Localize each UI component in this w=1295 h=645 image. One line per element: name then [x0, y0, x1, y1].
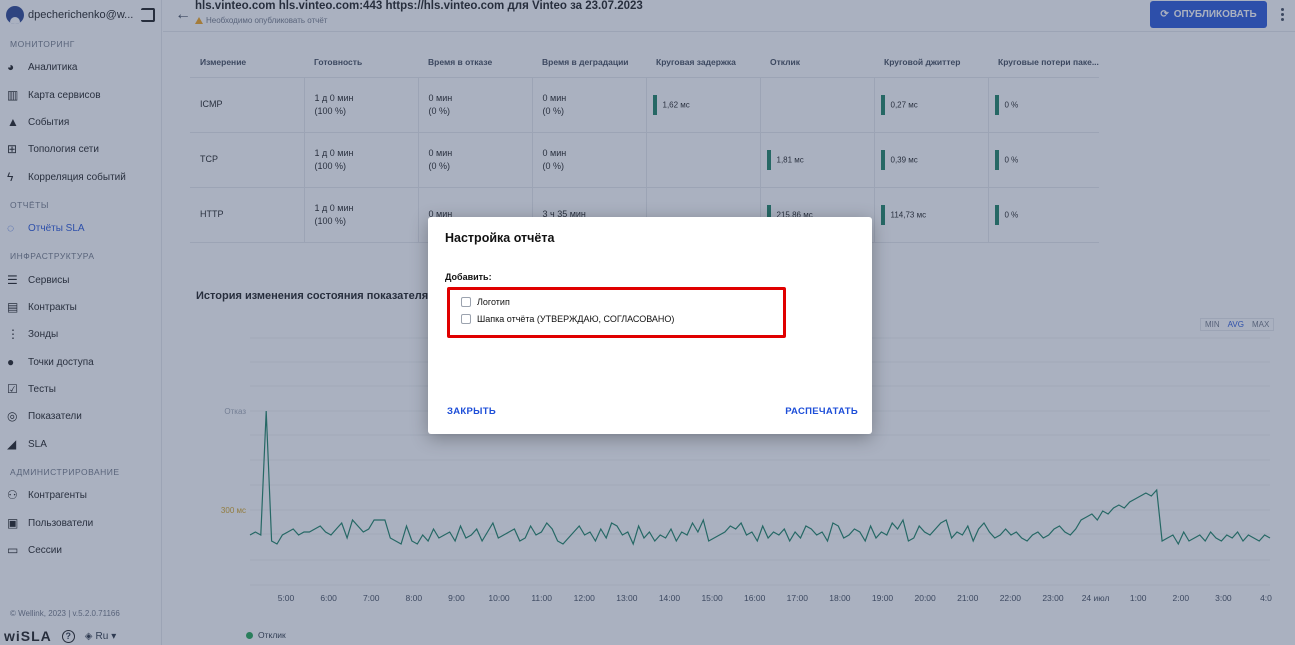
report-settings-dialog: Настройка отчёта Добавить: Логотип Шапка… [428, 217, 872, 434]
print-button[interactable]: РАСПЕЧАТАТЬ [785, 406, 858, 417]
highlight-box [447, 287, 786, 338]
dialog-title: Настройка отчёта [445, 231, 555, 245]
dialog-add-label: Добавить: [445, 272, 492, 282]
close-button[interactable]: ЗАКРЫТЬ [447, 406, 496, 417]
app-root: dpecherichenko@w... МОНИТОРИНГ ◕ Аналитика… [0, 0, 1295, 645]
